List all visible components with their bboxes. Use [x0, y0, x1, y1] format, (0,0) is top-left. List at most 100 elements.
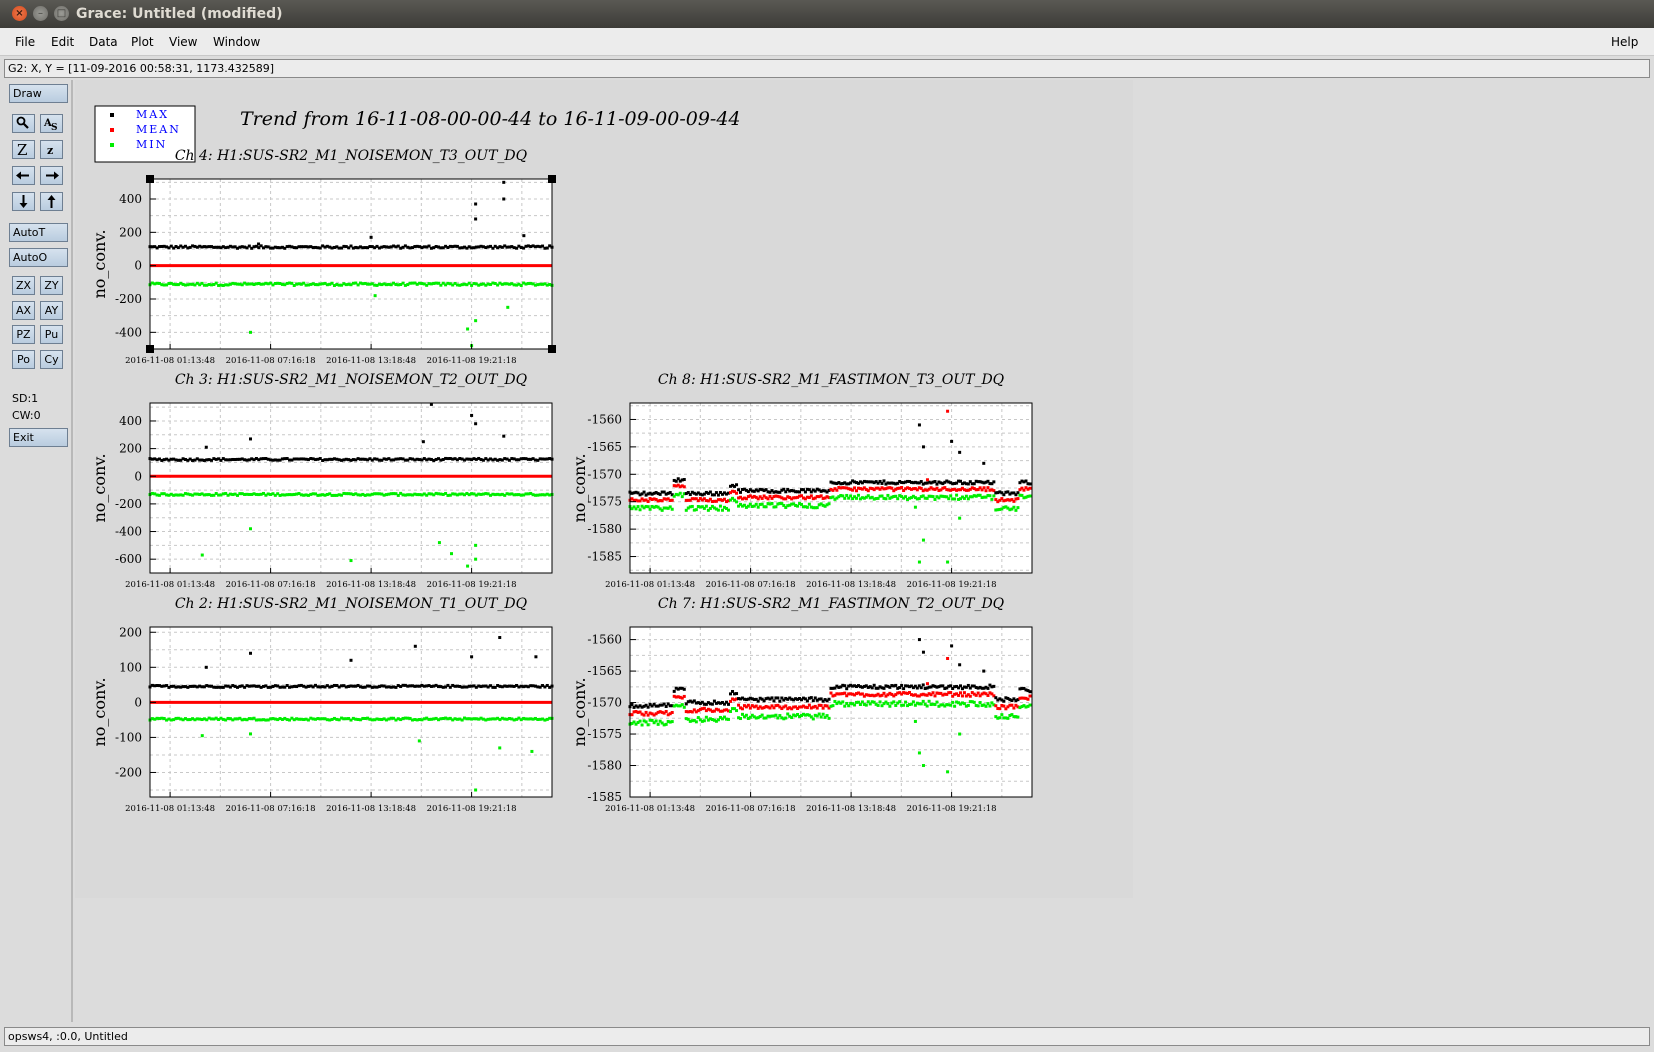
arrow-right-icon	[46, 171, 59, 180]
autoscale-button[interactable]: A S	[40, 114, 63, 133]
min-point	[656, 722, 660, 726]
selection-handle[interactable]	[146, 175, 154, 183]
max-outlier	[982, 669, 986, 673]
y-tick-label: 0	[134, 259, 142, 273]
min-point	[754, 502, 758, 506]
y-tick-label: -1570	[587, 467, 622, 481]
max-point	[735, 483, 739, 487]
scroll-down-button[interactable]	[12, 192, 35, 211]
graph-ch2[interactable]: -200 -100 0 100 200 2016-11-08 01:13:48 2016-1…	[90, 596, 554, 814]
selection-handle[interactable]	[548, 175, 556, 183]
menu-window[interactable]: Window	[213, 35, 260, 49]
x-tick-label: 2016-11-08 13:18:48	[806, 580, 896, 590]
ay-button[interactable]: AY	[40, 301, 63, 320]
graph-ch8[interactable]: -1585 -1580 -1575 -1570 -1565 -1560 2016-11-08…	[570, 372, 1033, 590]
ax-button[interactable]: AX	[12, 301, 35, 320]
min-outlier	[466, 327, 470, 331]
zoom-out-button[interactable]: z	[40, 140, 63, 159]
max-point	[882, 479, 886, 483]
max-point	[772, 699, 776, 703]
min-point	[664, 722, 668, 726]
max-outlier	[421, 440, 425, 444]
po-button[interactable]: Po	[12, 350, 35, 369]
min-point	[636, 505, 640, 509]
max-point	[827, 697, 831, 701]
min-point	[998, 716, 1002, 720]
y-tick-label: -100	[115, 730, 142, 744]
min-point	[898, 700, 902, 704]
mean-point	[855, 489, 859, 493]
menu-plot[interactable]: Plot	[131, 35, 154, 49]
pz-button[interactable]: PZ	[12, 325, 35, 344]
min-point	[888, 704, 892, 708]
arrow-down-icon	[19, 195, 28, 208]
autoo-button[interactable]: AutoO	[9, 248, 68, 267]
zx-button[interactable]: ZX	[12, 276, 35, 295]
cy-button[interactable]: Cy	[40, 350, 63, 369]
menu-file[interactable]: File	[15, 35, 35, 49]
max-point	[919, 480, 923, 484]
close-window-button[interactable]: ×	[12, 6, 27, 21]
svg-text:S: S	[51, 123, 58, 132]
min-point	[843, 496, 847, 500]
graph-canvas[interactable]: MAX MEAN MIN Trend from 16-11-08-00-00-44 …	[75, 80, 1133, 898]
min-point	[644, 720, 648, 724]
scroll-left-button[interactable]	[12, 166, 35, 185]
autot-button[interactable]: AutoT	[9, 223, 68, 242]
max-point	[1002, 699, 1006, 703]
menu-data[interactable]: Data	[89, 35, 118, 49]
scroll-right-button[interactable]	[40, 166, 63, 185]
min-point	[702, 719, 706, 723]
zy-button[interactable]: ZY	[40, 276, 63, 295]
min-outlier	[506, 305, 510, 309]
graph-ch7[interactable]: -1585 -1580 -1575 -1570 -1565 -1560 2016-11-08…	[570, 596, 1033, 814]
selection-handle[interactable]	[146, 345, 154, 353]
zoom-out-icon: z	[47, 144, 53, 157]
min-point	[827, 502, 831, 506]
svg-text:z: z	[47, 144, 53, 157]
min-point	[756, 505, 760, 509]
x-tick-label: 2016-11-08 01:13:48	[605, 580, 695, 590]
selection-handle[interactable]	[548, 345, 556, 353]
exit-button[interactable]: Exit	[9, 428, 68, 447]
menu-help[interactable]: Help	[1611, 35, 1638, 49]
mean-point	[1002, 704, 1006, 708]
min-outlier	[913, 505, 917, 509]
pu-button[interactable]: Pu	[40, 325, 63, 344]
min-point	[796, 504, 800, 508]
min-point	[718, 504, 722, 508]
mean-point	[664, 709, 668, 713]
y-tick-label: 200	[119, 225, 142, 239]
min-point	[947, 497, 951, 501]
min-outlier	[349, 559, 353, 563]
canvas-area[interactable]: MAX MEAN MIN Trend from 16-11-08-00-00-44 …	[75, 80, 1654, 1022]
menu-view[interactable]: View	[169, 35, 197, 49]
max-outlier	[249, 651, 252, 655]
min-point	[878, 700, 882, 704]
max-point	[966, 683, 970, 687]
graph-ch3[interactable]: -600 -400 -200 0 200 400 2016-11-08 01:13:48 20…	[90, 372, 554, 590]
minimize-window-button[interactable]: –	[33, 6, 48, 21]
min-outlier	[917, 560, 921, 564]
menu-edit[interactable]: Edit	[51, 35, 74, 49]
zoom-button[interactable]	[12, 114, 35, 133]
min-outlier	[437, 541, 441, 545]
scroll-up-button[interactable]	[40, 192, 63, 211]
mean-point	[962, 691, 966, 695]
min-point	[884, 497, 888, 501]
min-point	[966, 703, 970, 707]
mean-outlier	[925, 682, 929, 686]
y-tick-label: -1580	[587, 522, 622, 536]
graph-ch4[interactable]: -400 -200 0 200 400 2016-11-08 01:13:48 2016-1…	[90, 148, 556, 366]
max-point	[756, 699, 760, 703]
stack-depth-label: SD:1	[12, 392, 39, 405]
mean-outlier	[946, 656, 950, 660]
max-outlier	[522, 234, 526, 238]
y-tick-label: -400	[115, 525, 142, 539]
status-bar: opsws4, :0.0, Untitled	[4, 1027, 1650, 1046]
draw-button[interactable]: Draw	[9, 84, 68, 103]
x-tick-label: 2016-11-08 01:13:48	[125, 804, 215, 814]
zoom-in-button[interactable]: Z	[12, 140, 35, 159]
canvas-page[interactable]: MAX MEAN MIN Trend from 16-11-08-00-00-44 …	[75, 80, 1133, 898]
maximize-window-button[interactable]: □	[54, 6, 69, 21]
